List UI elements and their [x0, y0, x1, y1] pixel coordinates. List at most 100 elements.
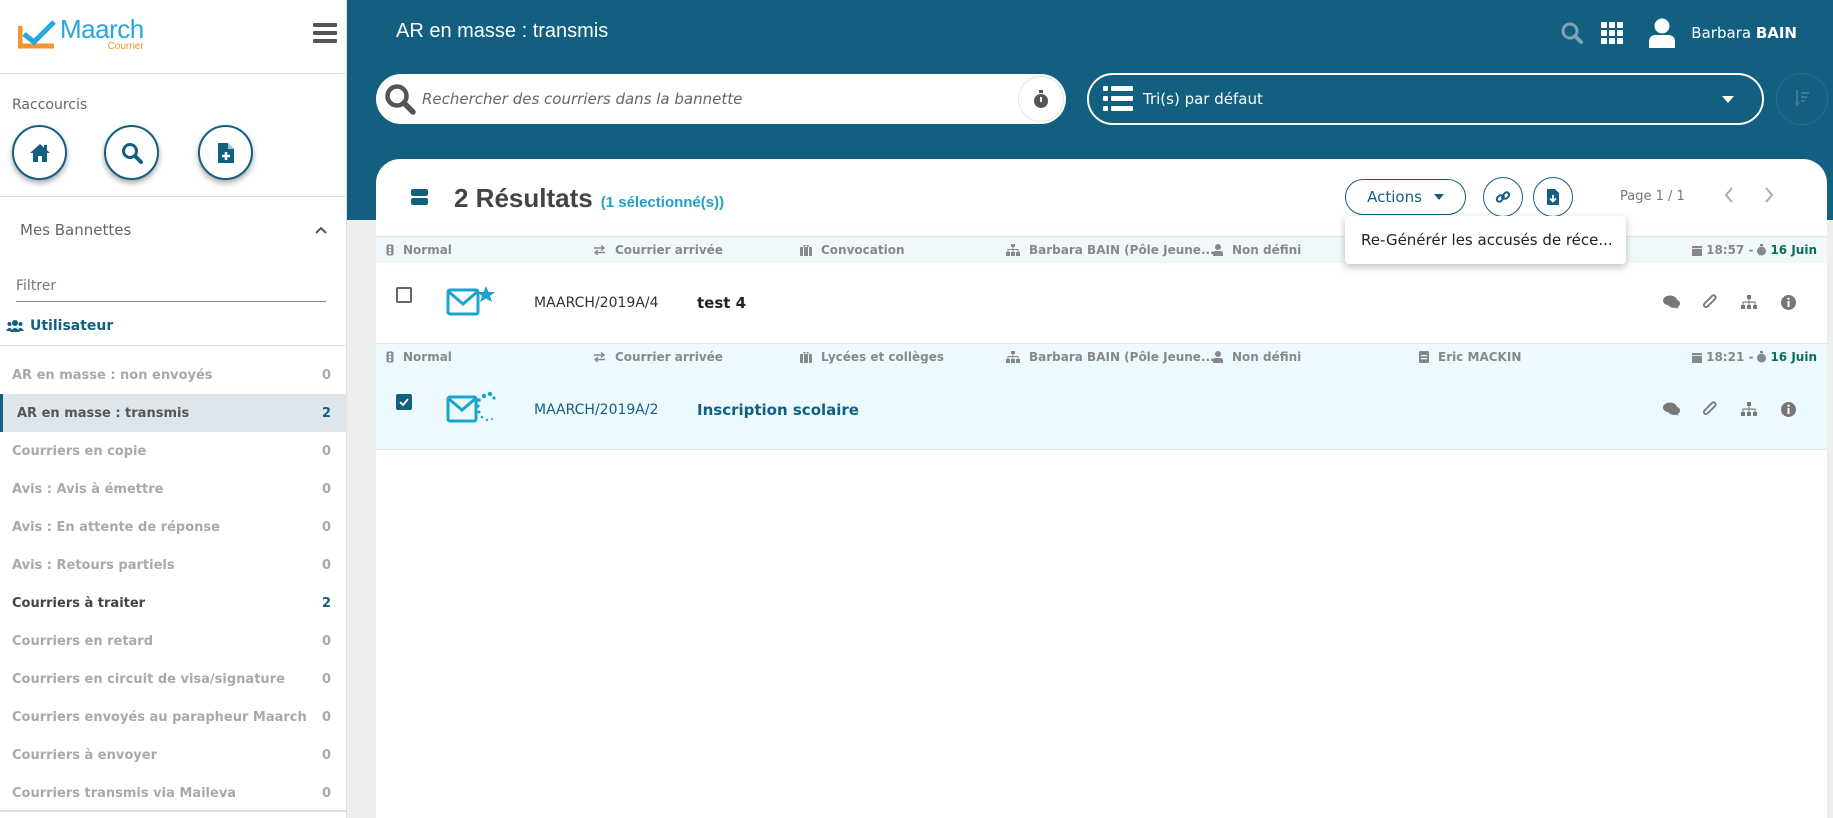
basket-item[interactable]: Avis : Avis à émettre 0 — [0, 470, 347, 508]
link-icon — [1495, 191, 1511, 203]
basket-count: 0 — [321, 519, 331, 535]
users-icon — [6, 320, 24, 332]
calendar-icon — [1692, 245, 1703, 256]
check-icon — [399, 398, 409, 407]
priority: Normal — [386, 350, 452, 364]
basket-item[interactable]: Courriers à traiter 2 — [0, 584, 347, 622]
briefcase-icon — [800, 244, 812, 256]
basket-label: Courriers à envoyer — [12, 747, 157, 763]
results-count-label: 2 Résultats — [454, 183, 593, 213]
entity-label: Barbara BAIN (Pôle Jeune... — [1029, 350, 1215, 364]
attachment-icon[interactable] — [1701, 400, 1719, 418]
sidebar: Maarch Courrier Raccourcis Mes Bannettes… — [0, 0, 347, 818]
link-button[interactable] — [1483, 177, 1523, 217]
priority-label: Normal — [403, 243, 452, 257]
notes-icon[interactable] — [1662, 293, 1680, 311]
shortcuts-title: Raccourcis — [12, 97, 88, 113]
doctype-label: Convocation — [821, 243, 905, 257]
user-icon[interactable] — [1649, 18, 1676, 48]
basket-item[interactable]: Courriers en retard 0 — [0, 622, 347, 660]
list-icon — [1103, 86, 1133, 111]
actions-button[interactable]: Actions — [1345, 179, 1466, 215]
user-name[interactable]: Barbara BAIN — [1691, 24, 1797, 42]
chevron-up-icon — [315, 226, 327, 234]
row-body[interactable]: MAARCH/2019A/2 Inscription scolaire — [376, 370, 1827, 450]
user-last-name: BAIN — [1755, 24, 1797, 42]
search-bar — [376, 74, 1066, 124]
diffusion-list-icon[interactable] — [1740, 293, 1758, 311]
search-icon — [121, 142, 143, 164]
assignee-label: Non défini — [1232, 350, 1302, 364]
basket-count: 0 — [321, 785, 331, 801]
basket-item[interactable]: Courriers à envoyer 0 — [0, 736, 347, 774]
row-body[interactable]: MAARCH/2019A/4 test 4 — [376, 263, 1827, 343]
actions-menu-item[interactable]: Re-Générér les accusés de réce... — [1345, 216, 1626, 264]
search-input[interactable] — [422, 79, 1018, 119]
chevron-right-icon[interactable] — [1763, 185, 1775, 205]
mail-new-icon — [446, 286, 495, 316]
basket-item[interactable]: AR en masse : non envoyés 0 — [0, 356, 347, 394]
basket-item[interactable]: Avis : En attente de réponse 0 — [0, 508, 347, 546]
export-button[interactable] — [1533, 177, 1573, 217]
info-icon[interactable] — [1779, 400, 1797, 418]
maarch-logo-icon — [18, 20, 56, 49]
divider — [0, 345, 347, 346]
basket-label: Courriers transmis via Maileva — [12, 785, 237, 801]
attachment-icon[interactable] — [1701, 293, 1719, 311]
shortcut-new-document-button[interactable] — [198, 125, 253, 180]
basket-item[interactable]: Avis : Retours partiels 0 — [0, 546, 347, 584]
apps-grid-icon[interactable] — [1601, 22, 1624, 44]
hamburger-icon[interactable] — [313, 23, 337, 43]
sort-direction-button[interactable] — [1776, 73, 1828, 125]
mail-subject[interactable]: test 4 — [697, 294, 746, 312]
app-logo[interactable]: Maarch Courrier — [18, 16, 144, 52]
info-icon[interactable] — [1779, 293, 1797, 311]
sitemap-icon — [1006, 351, 1020, 363]
exchange-icon — [593, 245, 606, 255]
sort-select[interactable]: Tri(s) par défaut — [1087, 73, 1764, 125]
basket-item[interactable]: Courriers en copie 0 — [0, 432, 347, 470]
header-tools: Barbara BAIN — [1560, 14, 1833, 52]
group-title: Utilisateur — [6, 318, 113, 334]
exchange-icon — [593, 352, 606, 362]
basket-count: 0 — [321, 557, 331, 573]
basket-item-active[interactable]: AR en masse : transmis 2 — [0, 394, 347, 432]
shortcut-search-button[interactable] — [104, 125, 159, 180]
caret-down-icon — [1722, 95, 1734, 103]
basket-item[interactable]: Courriers transmis via Maileva 0 — [0, 774, 347, 812]
basket-count: 0 — [321, 367, 331, 383]
basket-item[interactable]: Courriers en circuit de visa/signature 0 — [0, 660, 347, 698]
user-first-name: Barbara — [1691, 24, 1752, 42]
traffic-light-icon — [386, 351, 394, 363]
entity-label: Barbara BAIN (Pôle Jeune... — [1029, 243, 1215, 257]
category-label: Courrier arrivée — [615, 243, 723, 257]
results-panel: 2 Résultats (1 sélectionné(s)) Actions P… — [376, 159, 1827, 818]
row-checkbox-checked[interactable] — [396, 394, 412, 410]
basket-label: Courriers en copie — [12, 443, 147, 459]
date-label: 16 Juin — [1770, 350, 1817, 364]
basket-label: Avis : Avis à émettre — [12, 481, 164, 497]
notes-icon[interactable] — [1662, 400, 1680, 418]
basket-count: 0 — [321, 443, 331, 459]
basket-label: Avis : Retours partiels — [12, 557, 175, 573]
mail-subject[interactable]: Inscription scolaire — [697, 401, 859, 419]
basket-filter-input[interactable] — [16, 270, 326, 302]
stopwatch-icon — [1757, 244, 1767, 256]
search-icon[interactable] — [1560, 21, 1584, 45]
search-icon — [385, 84, 416, 115]
panel-toggle-icon[interactable] — [411, 189, 428, 205]
divider — [0, 196, 347, 197]
diffusion-list-icon[interactable] — [1740, 400, 1758, 418]
shortcut-home-button[interactable] — [12, 125, 67, 180]
basket-item[interactable]: Courriers envoyés au parapheur Maarch 0 — [0, 698, 347, 736]
actions-label: Actions — [1367, 188, 1422, 206]
stopwatch-icon — [1757, 351, 1767, 363]
chevron-left-icon[interactable] — [1723, 185, 1735, 205]
bannettes-toggle[interactable]: Mes Bannettes — [0, 198, 347, 262]
search-history-button[interactable] — [1018, 76, 1064, 122]
assignee-label: Non défini — [1232, 243, 1302, 257]
entity: Barbara BAIN (Pôle Jeune... — [1006, 350, 1215, 364]
basket-label: Courriers en retard — [12, 633, 154, 649]
row-checkbox[interactable] — [396, 287, 412, 303]
row-actions — [1662, 400, 1797, 418]
